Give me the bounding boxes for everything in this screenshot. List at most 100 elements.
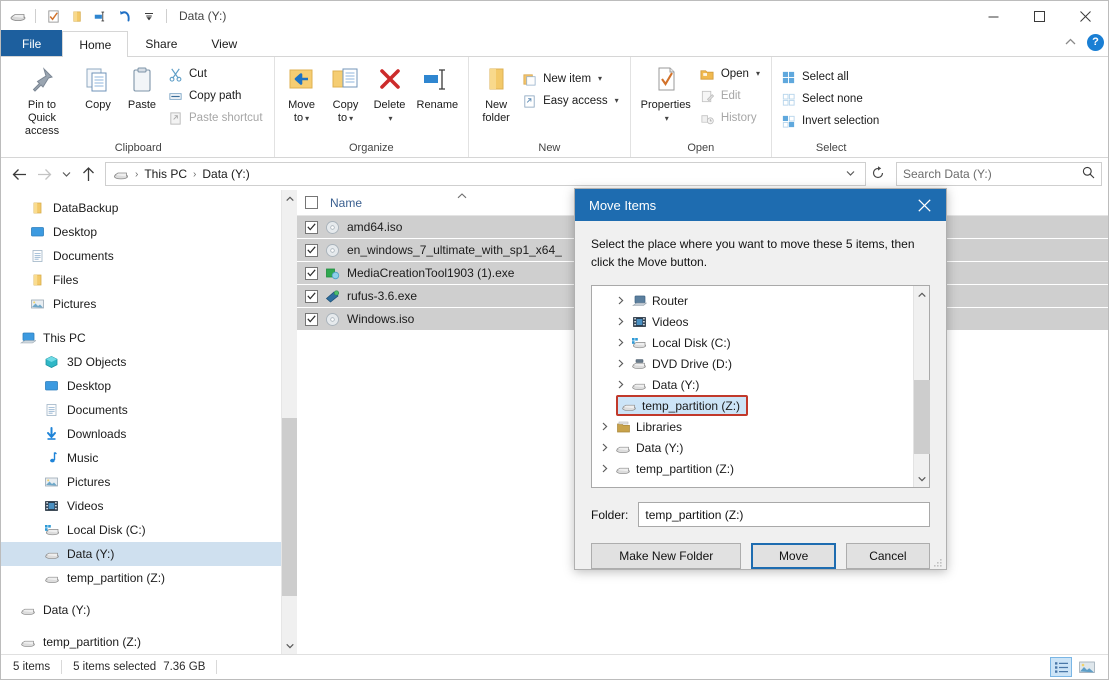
sidebar-item-documents-pc[interactable]: Documents xyxy=(1,398,281,422)
easy-access-button[interactable]: Easy access ▾ xyxy=(518,90,625,112)
make-new-folder-button[interactable]: Make New Folder xyxy=(591,543,741,569)
chevron-right-icon[interactable] xyxy=(596,464,614,473)
breadcrumb-separator-1[interactable]: › xyxy=(192,169,197,180)
tab-home[interactable]: Home xyxy=(62,31,128,57)
tree-item-data-y[interactable]: Data (Y:) xyxy=(592,374,913,395)
tree-scrollbar-thumb[interactable] xyxy=(914,380,930,454)
select-all-checkbox[interactable] xyxy=(305,196,318,209)
help-button[interactable]: ? xyxy=(1087,34,1104,51)
new-item-caret[interactable]: ▾ xyxy=(598,71,602,87)
tab-share[interactable]: Share xyxy=(128,30,194,56)
move-button[interactable]: Move xyxy=(751,543,835,569)
sidebar-item-temp-partition-z[interactable]: temp_partition (Z:) xyxy=(1,566,281,590)
edit-button[interactable]: Edit xyxy=(696,85,766,107)
rename-button[interactable]: Rename xyxy=(412,60,464,114)
properties-icon[interactable] xyxy=(42,5,64,27)
sidebar-item-3d-objects[interactable]: 3D Objects xyxy=(1,350,281,374)
chevron-right-icon[interactable] xyxy=(612,338,630,347)
breadcrumb-item-data-y[interactable]: Data (Y:) xyxy=(199,167,252,181)
sidebar-item-music[interactable]: Music xyxy=(1,446,281,470)
details-view-button[interactable] xyxy=(1050,657,1072,677)
tree-item-dvd-drive-d[interactable]: DVD Drive (D:) xyxy=(592,353,913,374)
column-header-name[interactable]: Name xyxy=(297,190,597,216)
file-name-cell[interactable]: Windows.iso xyxy=(297,311,597,328)
sidebar-item-desktop-pc[interactable]: Desktop xyxy=(1,374,281,398)
navigation-pane-scrollbar[interactable] xyxy=(281,190,297,654)
file-name-cell[interactable]: rufus-3.6.exe xyxy=(297,288,597,305)
invert-selection-button[interactable]: Invert selection xyxy=(777,110,885,132)
open-caret[interactable]: ▾ xyxy=(756,66,760,82)
resize-grip[interactable] xyxy=(933,557,943,567)
breadcrumb-separator-0[interactable]: › xyxy=(134,169,139,180)
delete-dropdown-caret[interactable]: ▾ xyxy=(389,112,393,125)
history-button[interactable]: History xyxy=(696,107,766,129)
chevron-right-icon[interactable] xyxy=(612,359,630,368)
up-button[interactable] xyxy=(76,162,100,186)
maximize-button[interactable] xyxy=(1016,1,1062,31)
copy-to-button[interactable]: Copy to▾ xyxy=(324,60,368,127)
customize-qat-icon[interactable] xyxy=(138,5,160,27)
refresh-icon[interactable] xyxy=(867,166,889,183)
move-to-button[interactable]: Move to▾ xyxy=(280,60,324,127)
drive-icon[interactable] xyxy=(7,5,29,27)
properties-dropdown-caret[interactable]: ▾ xyxy=(665,112,669,125)
breadcrumb[interactable]: › This PC › Data (Y:) xyxy=(105,162,866,186)
tree-item-videos[interactable]: Videos xyxy=(592,311,913,332)
close-button[interactable] xyxy=(1062,1,1108,31)
sidebar-item-videos[interactable]: Videos xyxy=(1,494,281,518)
chevron-up-icon[interactable] xyxy=(1061,33,1079,51)
chevron-right-icon[interactable] xyxy=(612,296,630,305)
tree-item-data-y-network[interactable]: Data (Y:) xyxy=(592,437,913,458)
row-checkbox[interactable] xyxy=(305,244,318,257)
sidebar-item-temp-partition-z-network[interactable]: temp_partition (Z:) xyxy=(1,630,281,654)
tree-item-temp-partition-z-network[interactable]: temp_partition (Z:) xyxy=(592,458,913,479)
copy-button[interactable]: Copy xyxy=(76,60,120,114)
tree-scroll-down-arrow[interactable] xyxy=(914,470,930,487)
tab-file[interactable]: File xyxy=(1,30,62,56)
sidebar-item-documents[interactable]: Documents xyxy=(1,244,281,268)
folder-tree[interactable]: Router Videos Local Di xyxy=(591,285,930,488)
tree-scroll-up-arrow[interactable] xyxy=(914,286,930,303)
tree-item-temp-partition-z-selected[interactable]: temp_partition (Z:) xyxy=(616,395,748,416)
search-icon[interactable] xyxy=(1082,166,1095,182)
sidebar-item-pictures-pc[interactable]: Pictures xyxy=(1,470,281,494)
chevron-down-icon[interactable] xyxy=(840,169,861,179)
sidebar-item-downloads[interactable]: Downloads xyxy=(1,422,281,446)
copy-path-button[interactable]: Copy path xyxy=(164,85,269,107)
open-button[interactable]: Open ▾ xyxy=(696,63,766,85)
tree-item-libraries[interactable]: Libraries xyxy=(592,416,913,437)
select-all-button[interactable]: Select all xyxy=(777,66,885,88)
pin-to-quick-access-button[interactable]: Pin to Quick access xyxy=(8,60,76,140)
chevron-right-icon[interactable] xyxy=(596,443,614,452)
file-name-cell[interactable]: en_windows_7_ultimate_with_sp1_x64_ xyxy=(297,242,597,259)
rename-icon[interactable] xyxy=(90,5,112,27)
search-input[interactable]: Search Data (Y:) xyxy=(896,162,1102,186)
row-checkbox[interactable] xyxy=(305,267,318,280)
sidebar-item-pictures[interactable]: Pictures xyxy=(1,292,281,316)
sidebar-item-data-y-network[interactable]: Data (Y:) xyxy=(1,598,281,622)
sidebar-item-data-y[interactable]: Data (Y:) xyxy=(1,542,281,566)
new-folder-icon[interactable] xyxy=(66,5,88,27)
cut-button[interactable]: Cut xyxy=(164,63,269,85)
easy-access-caret[interactable]: ▾ xyxy=(615,93,619,109)
chevron-right-icon[interactable] xyxy=(596,422,614,431)
select-none-button[interactable]: Select none xyxy=(777,88,885,110)
sidebar-item-local-disk-c[interactable]: Local Disk (C:) xyxy=(1,518,281,542)
recent-locations-button[interactable] xyxy=(57,162,75,186)
minimize-button[interactable] xyxy=(970,1,1016,31)
scroll-down-arrow[interactable] xyxy=(282,637,298,654)
new-folder-button[interactable]: New folder xyxy=(474,60,518,127)
scroll-up-arrow[interactable] xyxy=(282,190,298,207)
sidebar-item-this-pc[interactable]: This PC xyxy=(1,326,281,350)
breadcrumb-item-this-pc[interactable]: This PC xyxy=(141,167,190,181)
sidebar-item-files[interactable]: Files xyxy=(1,268,281,292)
tree-item-router[interactable]: Router xyxy=(592,290,913,311)
close-icon[interactable] xyxy=(902,189,946,221)
scrollbar-thumb[interactable] xyxy=(282,418,298,596)
cancel-button[interactable]: Cancel xyxy=(846,543,930,569)
paste-button[interactable]: Paste xyxy=(120,60,164,114)
forward-button[interactable] xyxy=(32,162,56,186)
paste-shortcut-button[interactable]: Paste shortcut xyxy=(164,107,269,129)
row-checkbox[interactable] xyxy=(305,221,318,234)
file-name-cell[interactable]: MediaCreationTool1903 (1).exe xyxy=(297,265,597,282)
